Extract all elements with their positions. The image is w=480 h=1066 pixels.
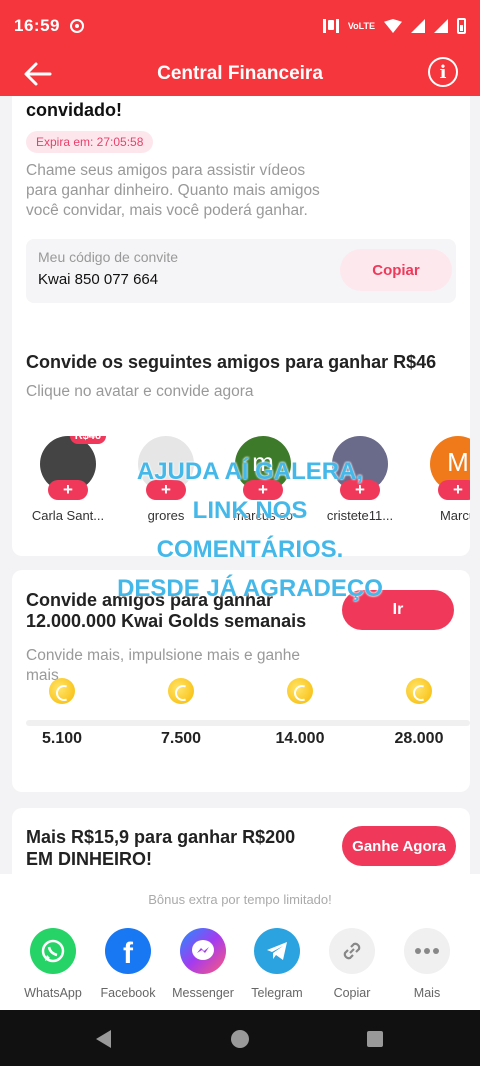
invite-description: Chame seus amigos para assistir vídeos p… — [26, 162, 320, 219]
milestone-value: 5.100 — [41, 730, 83, 747]
page-title: Central Financeira — [157, 63, 323, 84]
app-bar: Central Financeira i — [0, 52, 480, 96]
signal-icon — [411, 19, 425, 33]
share-label: Facebook — [100, 986, 156, 1000]
nav-home-icon[interactable] — [231, 1030, 249, 1048]
telegram-icon[interactable] — [254, 928, 300, 974]
share-note: Bônus extra por tempo limitado! — [148, 892, 332, 907]
system-nav-bar — [0, 1010, 480, 1066]
overlay-line: AJUDA AÍ GALERA, — [136, 458, 364, 485]
overlay-caption: AJUDA AÍ GALERA, LINK NOS COMENTÁRIOS. D… — [60, 452, 440, 608]
milestone: 7.500 — [141, 678, 221, 748]
coin-icon — [287, 678, 313, 704]
copy-code-button[interactable]: Copiar — [340, 249, 452, 291]
vibrate-icon — [322, 19, 339, 33]
milestone-value: 14.000 — [275, 730, 325, 747]
expire-badge: Expira em: 27:05:58 — [26, 131, 154, 153]
reward-badge: R$46 — [69, 436, 106, 444]
status-time: 16:59 — [14, 16, 60, 35]
info-icon[interactable]: i — [428, 57, 458, 87]
back-arrow-icon[interactable] — [20, 56, 56, 92]
coin-icon — [168, 678, 194, 704]
milestone: 14.000 — [260, 678, 340, 748]
share-facebook[interactable]: f Facebook — [89, 928, 167, 1000]
share-telegram[interactable]: Telegram — [238, 928, 316, 1000]
volte-label: VoLTE — [347, 20, 375, 31]
overlay-line: DESDE JÁ AGRADEÇO — [117, 575, 383, 602]
milestone-value: 7.500 — [160, 730, 202, 747]
overlay-line: COMENTÁRIOS. — [156, 536, 344, 563]
nav-recents-icon[interactable] — [367, 1031, 383, 1047]
cash-reward-card: Mais R$15,9 para ganhar R$200 EM DINHEIR… — [12, 808, 470, 876]
coin-icon — [406, 678, 432, 704]
share-label: Messenger — [172, 986, 234, 1000]
more-icon[interactable] — [404, 928, 450, 974]
invite-heading: convidado! — [26, 100, 123, 120]
plus-icon[interactable]: + — [438, 480, 470, 500]
battery-icon — [457, 18, 466, 34]
facebook-icon[interactable]: f — [105, 928, 151, 974]
status-bar: 16:59 VoLTE — [0, 0, 480, 52]
milestone: 28.000 — [379, 678, 459, 748]
share-sheet: Bônus extra por tempo limitado! WhatsApp… — [0, 874, 480, 1010]
nav-back-icon[interactable] — [96, 1030, 111, 1048]
signal-icon-2 — [434, 19, 448, 33]
share-options: WhatsApp f Facebook Messenger Telegram C… — [0, 928, 480, 1008]
invite-code-box: Meu código de convite Kwai 850 077 664 C… — [26, 239, 456, 303]
cash-title: Mais R$15,9 para ganhar R$200 EM DINHEIR… — [26, 827, 296, 869]
share-label: Mais — [413, 986, 441, 1000]
share-more[interactable]: Mais — [388, 928, 466, 1000]
record-icon — [69, 19, 84, 33]
share-label: Copiar — [333, 986, 371, 1000]
avatar-initial: M — [447, 447, 469, 477]
link-icon[interactable] — [329, 928, 375, 974]
whatsapp-icon[interactable] — [30, 928, 76, 974]
earn-now-button[interactable]: Ganhe Agora — [342, 826, 456, 866]
share-label: WhatsApp — [24, 986, 82, 1000]
share-copy[interactable]: Copiar — [313, 928, 391, 1000]
overlay-line: LINK NOS — [192, 497, 308, 524]
wifi-icon — [384, 19, 402, 33]
invite-friends-title: Convide os seguintes amigos para ganhar … — [26, 352, 437, 372]
messenger-icon[interactable] — [180, 928, 226, 974]
milestone: 5.100 — [22, 678, 102, 748]
share-label: Telegram — [251, 986, 303, 1000]
share-messenger[interactable]: Messenger — [164, 928, 242, 1000]
invite-friends-subtitle: Clique no avatar e convide agora — [26, 383, 254, 400]
share-whatsapp[interactable]: WhatsApp — [14, 928, 92, 1000]
milestone-value: 28.000 — [394, 730, 444, 747]
coin-icon — [49, 678, 75, 704]
